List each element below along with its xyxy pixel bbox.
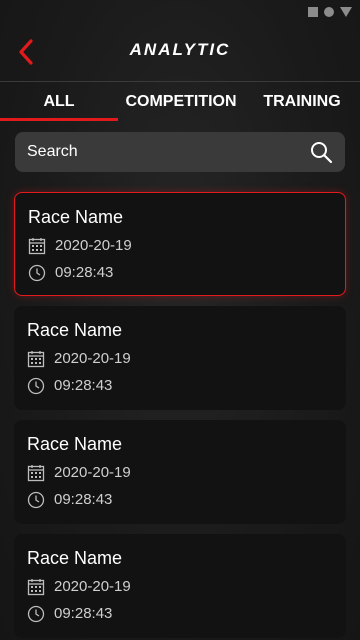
race-date-row: 2020-20-19 [27,576,333,597]
race-date-row: 2020-20-19 [27,462,333,483]
tab-competition[interactable]: COMPETITION [118,83,244,121]
status-icons [308,7,352,17]
clock-icon [27,491,45,508]
race-date-row: 2020-20-19 [27,348,333,369]
calendar-icon [27,464,45,481]
race-name: Race Name [27,548,123,568]
race-date-row: 2020-20-19 [28,235,332,256]
race-time: 09:28:43 [54,377,113,394]
race-time-row: 09:28:43 [27,375,333,396]
search-field[interactable]: Search [15,132,345,172]
clock-icon [27,377,45,394]
race-card[interactable]: Race Name 2020-20-19 09:28:43 [14,192,346,296]
app-bar: ANALYTIC [0,26,360,82]
race-time: 09:28:43 [55,264,114,281]
recent-apps-icon [308,7,318,17]
race-time-row: 09:28:43 [27,489,333,510]
search-icon[interactable] [309,140,333,164]
status-bar [0,0,360,26]
home-icon [324,7,334,17]
race-date: 2020-20-19 [54,464,131,481]
tab-all[interactable]: ALL [0,83,118,121]
search-input[interactable]: Search [27,143,309,161]
tab-bar: ALL COMPETITION TRAINING [0,83,360,121]
race-list: Race Name 2020-20-19 09:28:43 Race Name [14,192,346,640]
race-time: 09:28:43 [54,491,113,508]
race-time-row: 09:28:43 [27,603,333,624]
back-triangle-icon [340,7,352,17]
race-card[interactable]: Race Name 2020-20-19 09:28:43 [14,306,346,410]
clock-icon [28,264,46,281]
race-date: 2020-20-19 [54,578,131,595]
race-time-row: 09:28:43 [28,262,332,283]
calendar-icon [27,350,45,367]
race-time: 09:28:43 [54,605,113,622]
calendar-icon [27,578,45,595]
calendar-icon [28,237,46,254]
race-date: 2020-20-19 [54,350,131,367]
page-title: ANALYTIC [129,40,231,59]
race-name: Race Name [28,207,124,227]
tab-training[interactable]: TRAINING [244,83,360,121]
race-name: Race Name [27,320,123,340]
race-name: Race Name [27,434,123,454]
race-date: 2020-20-19 [55,237,132,254]
clock-icon [27,605,45,622]
race-card[interactable]: Race Name 2020-20-19 09:28:43 [14,534,346,638]
race-card[interactable]: Race Name 2020-20-19 09:28:43 [14,420,346,524]
